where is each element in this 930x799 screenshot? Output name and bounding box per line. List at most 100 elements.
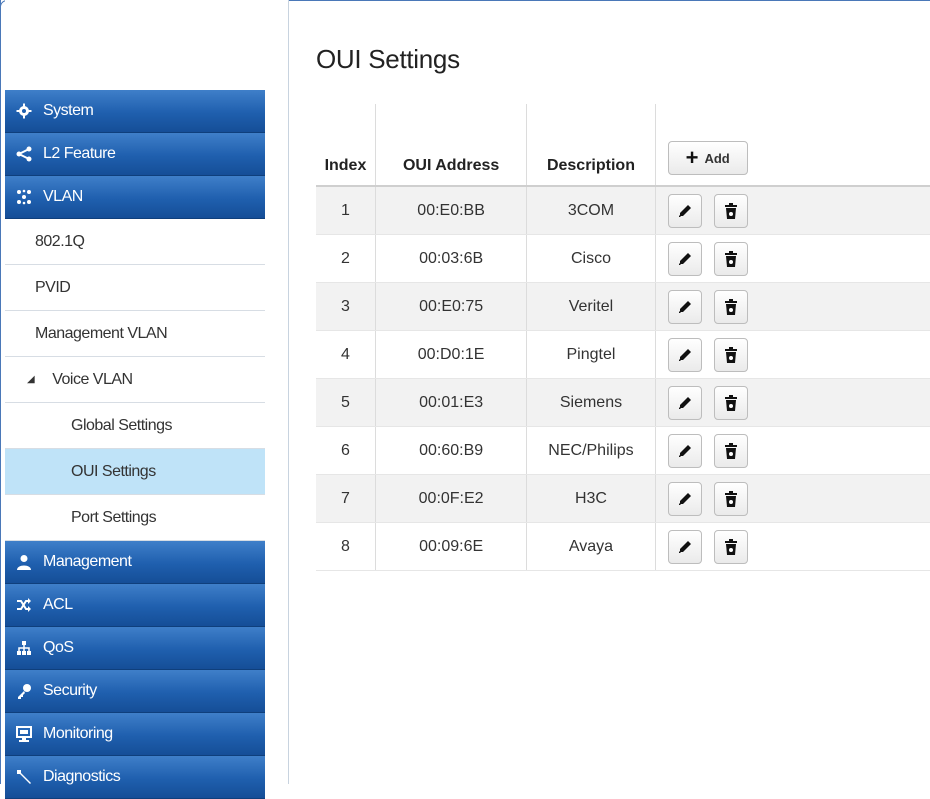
sidebar-item-acl[interactable]: ACL [5, 584, 265, 627]
sidebar-item-vlan[interactable]: VLAN [5, 176, 265, 219]
sidebar-divider [288, 0, 289, 784]
sidebar-item-security[interactable]: Security [5, 670, 265, 713]
table-row: 4 00:D0:1E Pingtel [316, 330, 930, 379]
delete-button[interactable] [714, 433, 749, 468]
edit-button[interactable] [667, 193, 702, 228]
key-icon [15, 682, 33, 700]
oui-table-wrapper: Index OUI Address Description + Add 1 00… [316, 104, 930, 571]
sidebar-item-802-1q[interactable]: 802.1Q [5, 219, 265, 265]
expanded-triangle-icon[interactable]: ◢ [27, 374, 35, 385]
sidebar-item-label: Voice VLAN [52, 370, 133, 388]
cell-description: 3COM [526, 186, 656, 235]
cell-oui: 00:09:6E [374, 522, 527, 571]
table-header-row: Index OUI Address Description + Add [316, 104, 930, 187]
delete-button[interactable] [714, 385, 749, 420]
gear-icon [15, 102, 33, 120]
cell-index: 1 [316, 186, 376, 235]
sidebar-item-diagnostics[interactable]: Diagnostics [5, 756, 265, 799]
sidebar-item-label: System [43, 102, 94, 119]
col-header-description: Description [526, 104, 656, 187]
sidebar-item-management[interactable]: Management [5, 541, 265, 584]
sidebar-item-label: Management [43, 553, 132, 570]
cell-oui: 00:01:E3 [374, 378, 527, 427]
sidebar-item-label: ACL [43, 596, 73, 613]
pencil-icon [678, 444, 691, 457]
sidebar-item-oui-settings[interactable]: OUI Settings [5, 449, 265, 495]
pencil-icon [678, 300, 691, 313]
trash-icon [725, 490, 738, 507]
edit-button[interactable] [667, 385, 702, 420]
edit-button[interactable] [667, 433, 702, 468]
edit-button[interactable] [667, 481, 702, 516]
cell-index: 5 [316, 378, 376, 427]
user-icon [15, 553, 33, 571]
delete-button[interactable] [714, 337, 749, 372]
col-header-oui-address: OUI Address [374, 104, 527, 187]
cell-description: Pingtel [526, 330, 656, 379]
cell-description: Siemens [526, 378, 656, 427]
delete-button[interactable] [714, 241, 749, 276]
sidebar-item-l2-feature[interactable]: L2 Feature [5, 133, 265, 176]
sidebar-item-pvid[interactable]: PVID [5, 265, 265, 311]
sidebar-item-global-settings[interactable]: Global Settings [5, 403, 265, 449]
delete-button[interactable] [714, 193, 749, 228]
sidebar-item-qos[interactable]: QoS [5, 627, 265, 670]
trash-icon [725, 202, 738, 219]
edit-button[interactable] [667, 241, 702, 276]
add-button-label: Add [704, 150, 730, 166]
add-button[interactable]: + Add [667, 141, 748, 175]
sidebar-item-management-vlan[interactable]: Management VLAN [5, 311, 265, 357]
pencil-icon [678, 348, 691, 361]
table-row: 6 00:60:B9 NEC/Philips [316, 426, 930, 475]
trash-icon [725, 298, 738, 315]
cell-index: 3 [316, 282, 376, 331]
cell-description: Avaya [526, 522, 656, 571]
cell-actions [654, 378, 930, 427]
edit-button[interactable] [667, 337, 702, 372]
table-row: 3 00:E0:75 Veritel [316, 282, 930, 331]
sidebar-item-system[interactable]: System [5, 90, 265, 133]
sidebar-item-label: Diagnostics [43, 768, 121, 785]
edit-button[interactable] [667, 289, 702, 324]
shuffle-icon [15, 596, 33, 614]
sidebar-item-label: Monitoring [43, 725, 113, 742]
sidebar-item-port-settings[interactable]: Port Settings [5, 495, 265, 541]
sidebar-item-label: PVID [35, 278, 71, 296]
cell-description: Cisco [526, 234, 656, 283]
sidebar-item-monitoring[interactable]: Monitoring [5, 713, 265, 756]
trash-icon [725, 394, 738, 411]
pencil-icon [678, 396, 691, 409]
sidebar-item-label: 802.1Q [35, 232, 85, 250]
trash-icon [725, 538, 738, 555]
sidebar-item-label: OUI Settings [71, 462, 156, 480]
pencil-icon [678, 492, 691, 505]
trash-icon [725, 442, 738, 459]
cell-oui: 00:E0:BB [374, 186, 527, 235]
sidebar-item-label: Global Settings [71, 416, 173, 434]
cell-index: 7 [316, 474, 376, 523]
edit-button[interactable] [667, 529, 702, 564]
cell-index: 2 [316, 234, 376, 283]
sidebar-item-label: Security [43, 682, 97, 699]
share-icon [15, 145, 33, 163]
sitemap-icon [15, 639, 33, 657]
plus-icon: + [685, 145, 699, 170]
cell-oui: 00:60:B9 [374, 426, 527, 475]
delete-button[interactable] [714, 289, 749, 324]
sidebar-nav: System L2 Feature VLAN 802.1Q PVID Manag… [5, 90, 265, 799]
cell-description: NEC/Philips [526, 426, 656, 475]
cell-actions [654, 330, 930, 379]
oui-table: Index OUI Address Description + Add 1 00… [316, 104, 930, 571]
table-row: 5 00:01:E3 Siemens [316, 378, 930, 427]
page-title: OUI Settings [316, 44, 460, 74]
cell-oui: 00:0F:E2 [374, 474, 527, 523]
cell-index: 8 [316, 522, 376, 571]
delete-button[interactable] [714, 529, 749, 564]
table-row: 1 00:E0:BB 3COM [316, 186, 930, 235]
col-header-index: Index [316, 104, 376, 187]
delete-button[interactable] [714, 481, 749, 516]
sidebar-item-voice-vlan[interactable]: ◢ Voice VLAN [5, 357, 265, 403]
monitor-icon [15, 725, 33, 743]
cell-oui: 00:03:6B [374, 234, 527, 283]
sidebar-item-label: VLAN [43, 188, 83, 205]
